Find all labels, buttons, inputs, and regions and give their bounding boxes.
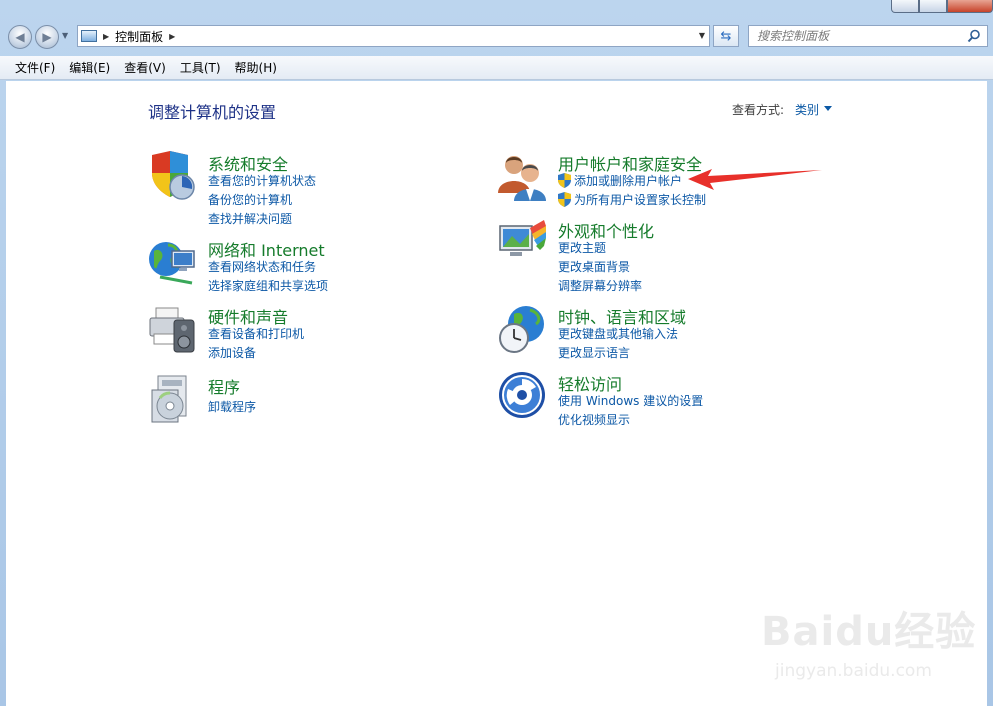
- maximize-button[interactable]: [919, 0, 947, 13]
- link-add-remove-user-accounts[interactable]: 添加或删除用户帐户: [558, 172, 682, 189]
- arrow-right-icon: ▶: [42, 30, 52, 44]
- link-find-fix-problems[interactable]: 查找并解决问题: [208, 210, 292, 227]
- category-appearance: 外观和个性化 更改主题 更改桌面背景 调整屏幕分辨率: [498, 218, 798, 293]
- users-icon[interactable]: [498, 151, 548, 201]
- ease-of-access-icon[interactable]: [498, 371, 548, 421]
- menu-view[interactable]: 查看(V): [117, 57, 173, 78]
- content-pane: 调整计算机的设置 查看方式: 类别 系统和安全 查看您的计算机状态 备份您的计算…: [6, 81, 987, 706]
- link-homegroup-sharing[interactable]: 选择家庭组和共享选项: [208, 277, 328, 294]
- breadcrumb-item-control-panel[interactable]: 控制面板: [115, 28, 163, 45]
- menu-help[interactable]: 帮助(H): [228, 57, 284, 78]
- category-system-security: 系统和安全 查看您的计算机状态 备份您的计算机 查找并解决问题: [148, 151, 448, 226]
- category-title[interactable]: 程序: [208, 374, 240, 398]
- search-input[interactable]: [755, 26, 959, 46]
- link-adjust-resolution[interactable]: 调整屏幕分辨率: [558, 277, 642, 294]
- control-panel-icon: [81, 30, 97, 42]
- view-by-dropdown[interactable]: 类别: [795, 101, 819, 118]
- link-change-display-language[interactable]: 更改显示语言: [558, 344, 630, 361]
- address-bar[interactable]: ▶ 控制面板 ▶ ▼: [77, 25, 710, 47]
- category-hardware-sound: 硬件和声音 查看设备和打印机 添加设备: [148, 304, 448, 364]
- baidu-logo: Baidu经验: [761, 609, 977, 655]
- category-programs: 程序 卸载程序: [148, 374, 448, 429]
- network-globe-icon[interactable]: [148, 237, 198, 287]
- uac-shield-icon: [558, 173, 571, 188]
- link-change-theme[interactable]: 更改主题: [558, 239, 606, 256]
- search-box[interactable]: [748, 25, 988, 47]
- link-backup-computer[interactable]: 备份您的计算机: [208, 191, 292, 208]
- category-ease-of-access: 轻松访问 使用 Windows 建议的设置 优化视频显示: [498, 371, 798, 431]
- recent-pages-dropdown[interactable]: ▼: [62, 31, 68, 40]
- baidu-watermark: Baidu经验 jingyan.baidu.com: [761, 599, 981, 689]
- link-label: 添加或删除用户帐户: [574, 174, 683, 188]
- refresh-icon: ⇆: [720, 28, 732, 44]
- globe-clock-icon[interactable]: [498, 304, 548, 354]
- forward-button[interactable]: ▶: [35, 25, 59, 49]
- link-add-device[interactable]: 添加设备: [208, 344, 256, 361]
- breadcrumb-arrow-icon[interactable]: ▶: [103, 32, 109, 41]
- link-label: 为所有用户设置家长控制: [574, 193, 707, 207]
- link-view-computer-status[interactable]: 查看您的计算机状态: [208, 172, 316, 189]
- page-title: 调整计算机的设置: [148, 103, 277, 122]
- link-view-network-status[interactable]: 查看网络状态和任务: [208, 258, 316, 275]
- monitor-paint-icon[interactable]: [498, 218, 548, 268]
- link-change-desktop-background[interactable]: 更改桌面背景: [558, 258, 630, 275]
- menu-tools[interactable]: 工具(T): [173, 57, 228, 78]
- programs-disc-icon[interactable]: [148, 374, 198, 424]
- refresh-button[interactable]: ⇆: [713, 25, 739, 47]
- link-uninstall-program[interactable]: 卸载程序: [208, 398, 256, 415]
- view-by-label: 查看方式:: [732, 103, 785, 117]
- printer-speaker-icon[interactable]: [148, 304, 198, 354]
- link-optimize-visual-display[interactable]: 优化视频显示: [558, 411, 630, 428]
- uac-shield-icon: [558, 192, 571, 207]
- link-change-input-method[interactable]: 更改键盘或其他输入法: [558, 325, 678, 342]
- menu-file[interactable]: 文件(F): [8, 57, 62, 78]
- link-recommended-settings[interactable]: 使用 Windows 建议的设置: [558, 392, 703, 409]
- minimize-button[interactable]: [891, 0, 919, 13]
- shield-computer-icon[interactable]: [148, 151, 198, 201]
- watermark-url: jingyan.baidu.com: [775, 661, 932, 681]
- close-button[interactable]: [947, 0, 993, 13]
- category-clock-language-region: 时钟、语言和区域 更改键盘或其他输入法 更改显示语言: [498, 304, 798, 364]
- arrow-left-icon: ◀: [15, 30, 25, 44]
- back-button[interactable]: ◀: [8, 25, 32, 49]
- navigation-bar: ◀ ▶ ▼ ▶ 控制面板 ▶ ▼ ⇆: [0, 22, 993, 56]
- window-controls: [891, 0, 993, 14]
- category-network-internet: 网络和 Internet 查看网络状态和任务 选择家庭组和共享选项: [148, 237, 448, 297]
- breadcrumb-arrow-icon[interactable]: ▶: [169, 32, 175, 41]
- chevron-down-icon[interactable]: [824, 106, 832, 111]
- menu-bar: 文件(F) 编辑(E) 查看(V) 工具(T) 帮助(H): [0, 56, 993, 80]
- search-icon[interactable]: [967, 29, 981, 43]
- link-parental-controls[interactable]: 为所有用户设置家长控制: [558, 191, 706, 208]
- address-dropdown-icon[interactable]: ▼: [699, 31, 705, 40]
- annotation-arrow-icon: [688, 169, 822, 190]
- window-frame: ◀ ▶ ▼ ▶ 控制面板 ▶ ▼ ⇆ 文件(F) 编辑(E) 查看(V) 工具(…: [0, 0, 993, 706]
- link-view-devices-printers[interactable]: 查看设备和打印机: [208, 325, 304, 342]
- menu-edit[interactable]: 编辑(E): [62, 57, 117, 78]
